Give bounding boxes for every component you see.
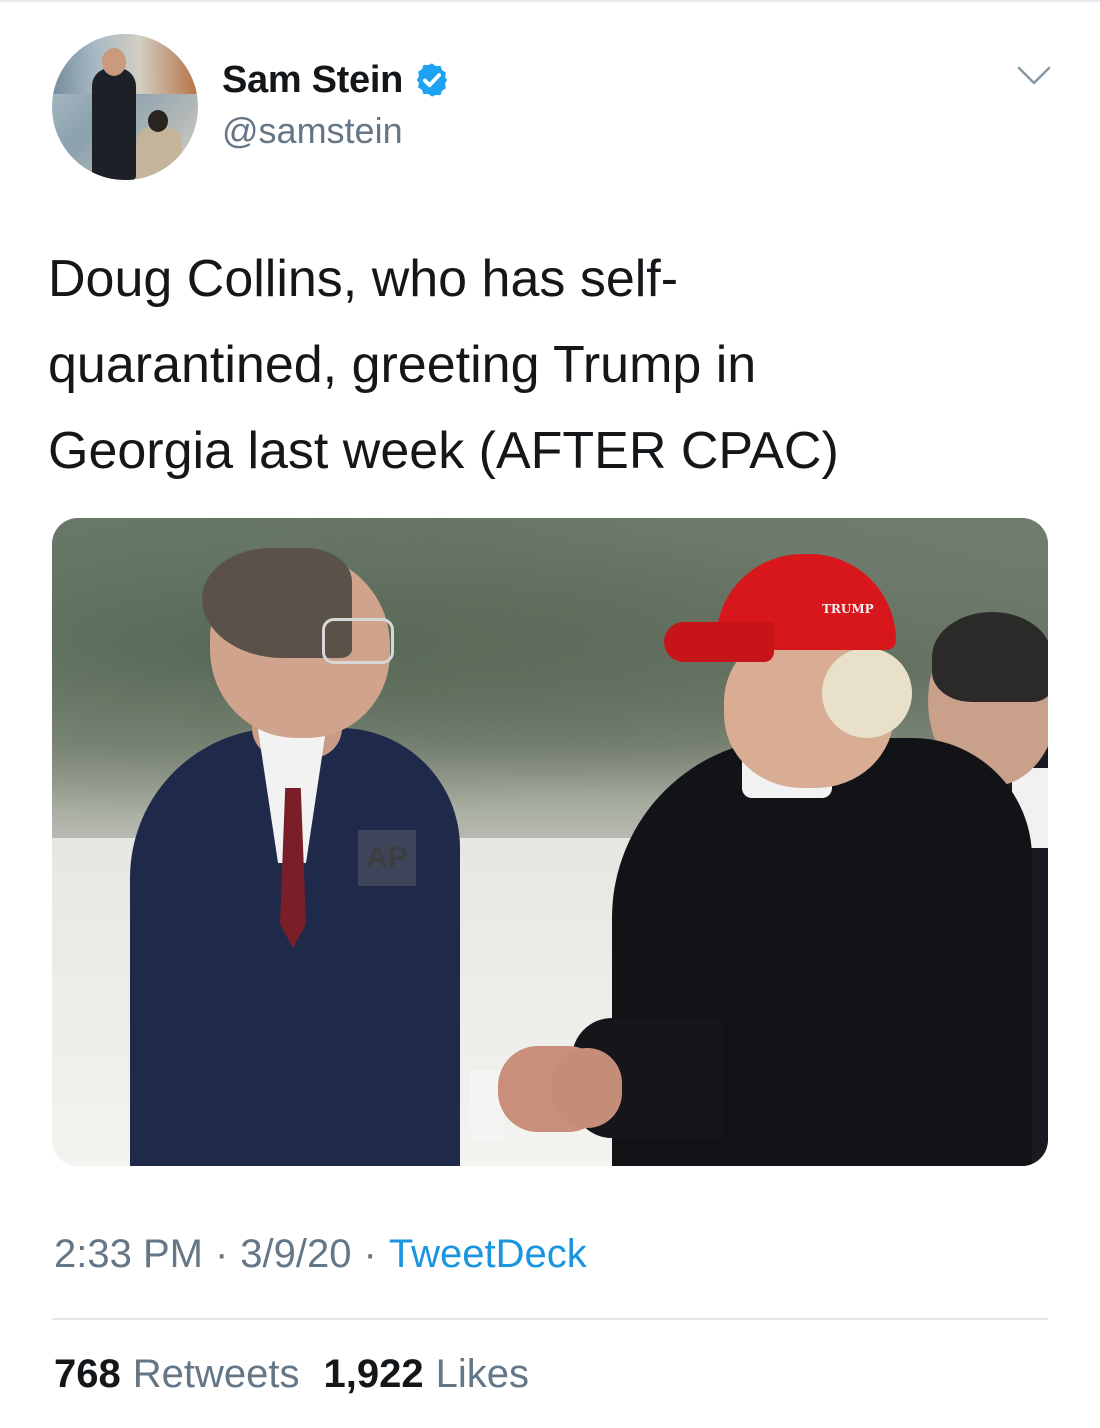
tweet-text: Doug Collins, who has self- quarantined,… (48, 250, 839, 480)
ap-watermark: AP (358, 830, 416, 886)
tweet-meta: 2:33 PM · 3/9/20 · TweetDeck (54, 1232, 587, 1277)
stats-divider (52, 1318, 1048, 1320)
tweet-source-link[interactable]: TweetDeck (389, 1232, 587, 1277)
cap-text: TRUMP (822, 602, 874, 616)
tweet-date[interactable]: 3/9/20 (240, 1232, 351, 1277)
display-name[interactable]: Sam Stein (222, 59, 403, 102)
tweet-stats: 768 Retweets 1,922 Likes (54, 1352, 553, 1397)
verified-badge-icon (413, 61, 451, 99)
meta-separator: · (363, 1232, 377, 1276)
chevron-down-icon[interactable] (1016, 64, 1052, 88)
tweet-time[interactable]: 2:33 PM (54, 1232, 203, 1277)
avatar[interactable] (52, 34, 198, 180)
tweet-photo[interactable]: TRUMP AP (52, 518, 1048, 1166)
retweets-count[interactable]: 768 (54, 1352, 121, 1397)
retweets-label[interactable]: Retweets (133, 1352, 300, 1397)
likes-label[interactable]: Likes (436, 1352, 529, 1397)
meta-separator: · (214, 1232, 229, 1276)
top-divider (0, 0, 1100, 2)
user-handle[interactable]: @samstein (222, 110, 403, 152)
author-name-row[interactable]: Sam Stein (222, 56, 451, 104)
likes-count[interactable]: 1,922 (324, 1352, 424, 1397)
